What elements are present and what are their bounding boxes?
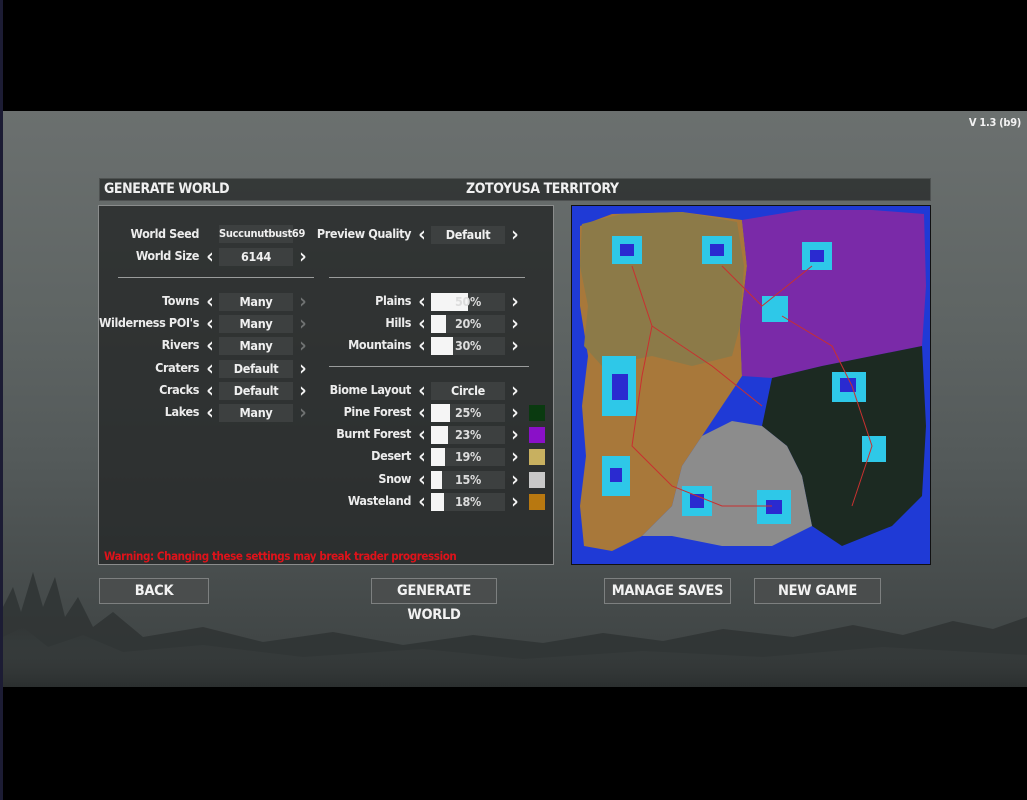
- burnt-forest-slider[interactable]: 23%: [431, 426, 505, 444]
- chevron-left-icon[interactable]: ‹: [204, 380, 216, 400]
- snow-slider[interactable]: 15%: [431, 471, 505, 489]
- preview-quality-value: Default: [431, 226, 505, 244]
- wasteland-color-swatch: [529, 494, 545, 510]
- world-size-value: 6144: [219, 248, 293, 266]
- manage-saves-button[interactable]: MANAGE SAVES: [604, 578, 731, 604]
- wilderness-value: Many: [219, 315, 293, 333]
- snow-value: 15%: [454, 472, 482, 487]
- pine-forest-color-swatch: [529, 405, 545, 421]
- chevron-right-icon[interactable]: ›: [509, 491, 521, 511]
- snow-label: Snow: [378, 471, 411, 486]
- world-preview-map[interactable]: [571, 205, 931, 565]
- rivers-label: Rivers: [161, 337, 200, 352]
- world-seed-input[interactable]: Succunutbust69: [219, 225, 305, 243]
- chevron-left-icon[interactable]: ‹: [204, 358, 216, 378]
- lakes-label: Lakes: [164, 404, 200, 419]
- chevron-right-icon[interactable]: ›: [509, 446, 521, 466]
- territory-name: ZOTOYUSA TERRITORY: [466, 181, 619, 197]
- mountains-value: 30%: [454, 338, 482, 353]
- divider: [329, 277, 525, 278]
- craters-label: Craters: [155, 360, 199, 375]
- cracks-value: Default: [219, 382, 293, 400]
- chevron-left-icon[interactable]: ‹: [204, 335, 216, 355]
- divider: [118, 277, 314, 278]
- header-bar: GENERATE WORLD ZOTOYUSA TERRITORY: [99, 178, 931, 201]
- hills-label: Hills: [385, 315, 411, 330]
- chevron-left-icon[interactable]: ‹: [416, 424, 428, 444]
- chevron-left-icon[interactable]: ‹: [204, 291, 216, 311]
- chevron-right-icon[interactable]: ›: [509, 424, 521, 444]
- biome-layout-value: Circle: [431, 382, 505, 400]
- game-menu-screen: V 1.3 (b9) GENERATE WORLD ZOTOYUSA TERRI…: [3, 111, 1027, 687]
- wasteland-value: 18%: [454, 494, 482, 509]
- chevron-left-icon[interactable]: ‹: [416, 469, 428, 489]
- chevron-left-icon[interactable]: ‹: [416, 313, 428, 333]
- chevron-left-icon[interactable]: ‹: [416, 335, 428, 355]
- chevron-left-icon[interactable]: ‹: [416, 446, 428, 466]
- chevron-right-icon[interactable]: ›: [509, 224, 521, 244]
- plains-value: 50%: [454, 294, 482, 309]
- wilderness-label: Wilderness POI's: [99, 315, 199, 330]
- mountains-label: Mountains: [348, 337, 411, 352]
- chevron-left-icon[interactable]: ‹: [204, 402, 216, 422]
- chevron-left-icon[interactable]: ‹: [416, 380, 428, 400]
- burnt-forest-color-swatch: [529, 427, 545, 443]
- chevron-left-icon[interactable]: ‹: [204, 246, 216, 266]
- desert-value: 19%: [454, 449, 482, 464]
- mountains-slider[interactable]: 30%: [431, 337, 505, 355]
- chevron-right-icon[interactable]: ›: [509, 380, 521, 400]
- desert-color-swatch: [529, 449, 545, 465]
- desert-slider[interactable]: 19%: [431, 448, 505, 466]
- chevron-right-icon[interactable]: ›: [509, 402, 521, 422]
- chevron-right-icon[interactable]: ›: [297, 313, 309, 333]
- desert-label: Desert: [371, 448, 411, 463]
- chevron-right-icon[interactable]: ›: [509, 469, 521, 489]
- burnt-forest-value: 23%: [454, 427, 482, 442]
- wasteland-slider[interactable]: 18%: [431, 493, 505, 511]
- chevron-right-icon[interactable]: ›: [297, 291, 309, 311]
- settings-panel: World Seed Succunutbust69 World Size ‹ 6…: [98, 205, 554, 565]
- chevron-right-icon[interactable]: ›: [509, 313, 521, 333]
- wasteland-label: Wasteland: [347, 493, 412, 508]
- preview-quality-label: Preview Quality: [316, 226, 411, 241]
- generate-world-button[interactable]: GENERATE WORLD: [371, 578, 497, 623]
- header-generate-world: GENERATE WORLD: [104, 181, 230, 197]
- back-button[interactable]: BACK: [99, 578, 209, 604]
- warning-text: Warning: Changing these settings may bre…: [104, 549, 457, 563]
- burnt-forest-label: Burnt Forest: [336, 426, 411, 441]
- chevron-right-icon[interactable]: ›: [297, 402, 309, 422]
- plains-label: Plains: [375, 293, 411, 308]
- chevron-left-icon[interactable]: ‹: [416, 291, 428, 311]
- chevron-right-icon[interactable]: ›: [297, 380, 309, 400]
- version-label: V 1.3 (b9): [968, 116, 1021, 129]
- chevron-right-icon[interactable]: ›: [297, 335, 309, 355]
- hills-value: 20%: [454, 316, 482, 331]
- plains-slider[interactable]: 50%: [431, 293, 505, 311]
- lakes-value: Many: [219, 404, 293, 422]
- hills-slider[interactable]: 20%: [431, 315, 505, 333]
- towns-value: Many: [219, 293, 293, 311]
- chevron-right-icon[interactable]: ›: [509, 335, 521, 355]
- world-size-label: World Size: [135, 248, 200, 263]
- biome-layout-label: Biome Layout: [329, 382, 412, 397]
- chevron-left-icon[interactable]: ‹: [416, 491, 428, 511]
- chevron-right-icon[interactable]: ›: [509, 291, 521, 311]
- towns-label: Towns: [162, 293, 199, 308]
- pine-forest-value: 25%: [454, 405, 482, 420]
- world-seed-label: World Seed: [130, 226, 200, 241]
- rivers-value: Many: [219, 337, 293, 355]
- pine-forest-slider[interactable]: 25%: [431, 404, 505, 422]
- cracks-label: Cracks: [159, 382, 199, 397]
- chevron-right-icon[interactable]: ›: [297, 358, 309, 378]
- map-desert: [580, 212, 744, 366]
- snow-color-swatch: [529, 472, 545, 488]
- craters-value: Default: [219, 360, 293, 378]
- chevron-left-icon[interactable]: ‹: [416, 402, 428, 422]
- chevron-right-icon[interactable]: ›: [297, 246, 309, 266]
- chevron-left-icon[interactable]: ‹: [204, 313, 216, 333]
- chevron-left-icon[interactable]: ‹: [416, 224, 428, 244]
- new-game-button[interactable]: NEW GAME: [754, 578, 881, 604]
- pine-forest-label: Pine Forest: [343, 404, 412, 419]
- divider: [329, 366, 529, 367]
